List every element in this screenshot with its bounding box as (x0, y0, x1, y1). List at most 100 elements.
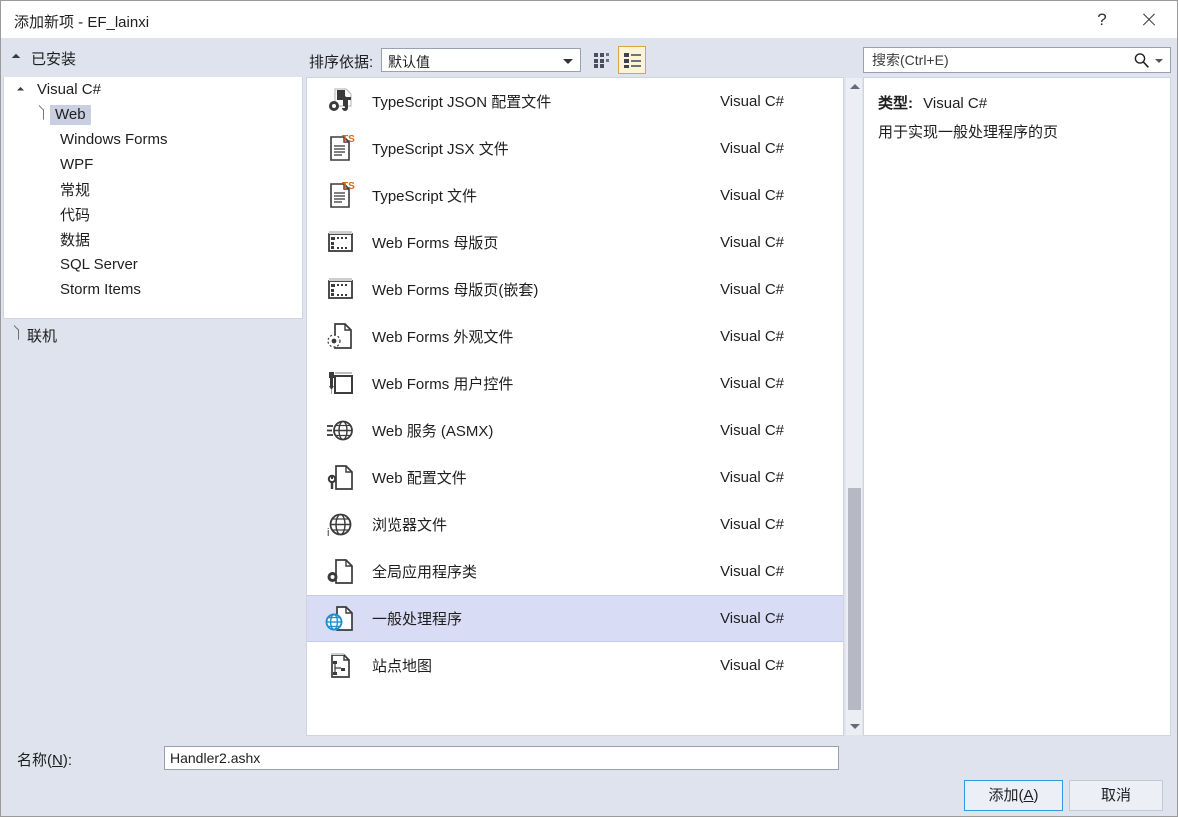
chevron-down-icon (11, 53, 21, 63)
list-item[interactable]: Web 服务 (ASMX) Visual C# (307, 407, 843, 454)
sort-by-value: 默认值 (388, 54, 430, 70)
chevron-down-icon[interactable] (1155, 59, 1163, 63)
scroll-up-button[interactable] (846, 78, 863, 95)
dialog-title: 添加新项 - EF_lainxi (14, 14, 150, 31)
nested-master-page-icon (317, 271, 363, 309)
list-item-language: Visual C# (720, 422, 784, 439)
grid-view-button[interactable] (588, 46, 616, 74)
list-item[interactable]: i 浏览器文件 Visual C# (307, 501, 843, 548)
list-item-name: TypeScript JSON 配置文件 (372, 94, 552, 111)
add-button-prefix: 添加( (988, 787, 1024, 804)
tree-item-web[interactable]: Web (4, 102, 302, 127)
question-mark-icon: ? (1097, 9, 1107, 29)
cancel-button[interactable]: 取消 (1069, 780, 1163, 811)
tree-item-data[interactable]: 数据 (4, 227, 302, 252)
list-item-language: Visual C# (720, 140, 784, 157)
tree-item-label: 常规 (60, 181, 91, 199)
tree-item-visual-csharp[interactable]: Visual C# (4, 77, 302, 102)
help-button[interactable]: ? (1079, 1, 1125, 38)
add-button-suffix: ) (1033, 787, 1039, 804)
tree-item-code[interactable]: 代码 (4, 202, 302, 227)
list-scrollbar[interactable] (845, 78, 862, 735)
list-item-language: Visual C# (720, 469, 784, 486)
list-item-language: Visual C# (720, 516, 784, 533)
tree-item-storm-items[interactable]: Storm Items (4, 277, 302, 302)
list-item-language: Visual C# (720, 281, 784, 298)
list-item[interactable]: Web Forms 母版页 Visual C# (307, 219, 843, 266)
name-input[interactable] (164, 746, 839, 770)
list-item-name: 站点地图 (372, 658, 433, 675)
title-bar: 添加新项 - EF_lainxi ? (1, 1, 1177, 38)
add-button-accelerator: A (1023, 787, 1034, 804)
list-item-name: 浏览器文件 (372, 517, 448, 534)
template-list: TypeScript JSON 配置文件 Visual C# TS TypeSc… (306, 77, 844, 736)
close-button[interactable] (1125, 1, 1171, 38)
close-icon (1141, 12, 1156, 27)
list-item[interactable]: Web Forms 母版页(嵌套) Visual C# (307, 266, 843, 313)
scrollbar-thumb[interactable] (848, 488, 861, 710)
name-label-accelerator: N (52, 752, 63, 769)
list-view-button[interactable] (618, 46, 646, 74)
tree-item-wpf[interactable]: WPF (4, 152, 302, 177)
svg-text:TS: TS (342, 134, 355, 145)
svg-text:i: i (327, 527, 329, 539)
tree-item-label: 数据 (60, 231, 91, 249)
list-item-language: Visual C# (720, 187, 784, 204)
list-item[interactable]: TS TypeScript JSX 文件 Visual C# (307, 125, 843, 172)
list-item-selected[interactable]: 一般处理程序 Visual C# (307, 595, 843, 642)
tree-item-label: SQL Server (60, 255, 138, 273)
list-item-name: Web Forms 外观文件 (372, 329, 514, 346)
add-new-item-dialog: 添加新项 - EF_lainxi ? 已安装 Visual C# Web Win… (0, 0, 1178, 817)
tree-item-label: Storm Items (60, 280, 141, 298)
search-icon (1134, 53, 1149, 68)
list-item[interactable]: 全局应用程序类 Visual C# (307, 548, 843, 595)
tree-item-general[interactable]: 常规 (4, 177, 302, 202)
user-control-icon (317, 365, 363, 403)
search-box[interactable] (863, 47, 1171, 73)
list-item-name: Web Forms 用户控件 (372, 376, 514, 393)
detail-panel: 类型: Visual C# 用于实现一般处理程序的页 (863, 77, 1171, 736)
tree-item-label: Windows Forms (60, 130, 168, 148)
add-button[interactable]: 添加(A) (964, 780, 1063, 811)
list-item[interactable]: TypeScript JSON 配置文件 Visual C# (307, 78, 843, 125)
list-item[interactable]: 站点地图 Visual C# (307, 642, 843, 689)
list-item[interactable]: Web 配置文件 Visual C# (307, 454, 843, 501)
sort-by-dropdown[interactable]: 默认值 (381, 48, 581, 72)
installed-label: 已安装 (31, 51, 77, 68)
typescript-file-icon: TS (317, 177, 363, 215)
list-item[interactable]: Web Forms 用户控件 Visual C# (307, 360, 843, 407)
tree-item-windows-forms[interactable]: Windows Forms (4, 127, 302, 152)
list-item-name: TypeScript 文件 (372, 188, 478, 205)
chevron-down-icon[interactable] (14, 77, 32, 102)
list-item-name: TypeScript JSX 文件 (372, 141, 509, 158)
grid-view-icon (593, 52, 609, 68)
tree-item-label: 代码 (60, 206, 91, 224)
list-item-name: Web Forms 母版页(嵌套) (372, 282, 539, 299)
name-label: 名称(N): (17, 749, 72, 770)
sort-by-label: 排序依据: (309, 54, 374, 71)
name-label-prefix: 名称( (17, 752, 52, 769)
list-item-language: Visual C# (720, 93, 784, 110)
list-item-language: Visual C# (720, 375, 784, 392)
chevron-up-icon (849, 84, 860, 89)
list-item[interactable]: TS TypeScript 文件 Visual C# (307, 172, 843, 219)
chevron-right-icon[interactable] (32, 102, 50, 127)
list-item-name: Web 服务 (ASMX) (372, 423, 494, 440)
tree-item-sql-server[interactable]: SQL Server (4, 252, 302, 277)
list-item-language: Visual C# (720, 328, 784, 345)
tree-item-label: Visual C# (37, 80, 101, 98)
chevron-right-icon (7, 320, 27, 350)
list-item[interactable]: Web Forms 外观文件 Visual C# (307, 313, 843, 360)
chevron-down-icon (849, 724, 860, 729)
online-section-header[interactable]: 联机 (1, 320, 303, 350)
tree-item-label: Web (50, 104, 91, 125)
scroll-down-button[interactable] (846, 718, 863, 735)
detail-type-value: Visual C# (923, 95, 988, 112)
typescript-jsx-file-icon: TS (317, 130, 363, 168)
installed-section-header[interactable]: 已安装 (1, 39, 303, 77)
master-page-icon (317, 224, 363, 262)
typescript-json-config-icon (317, 83, 363, 121)
web-config-icon (317, 459, 363, 497)
skin-file-icon (317, 318, 363, 356)
search-input[interactable] (870, 51, 1132, 69)
